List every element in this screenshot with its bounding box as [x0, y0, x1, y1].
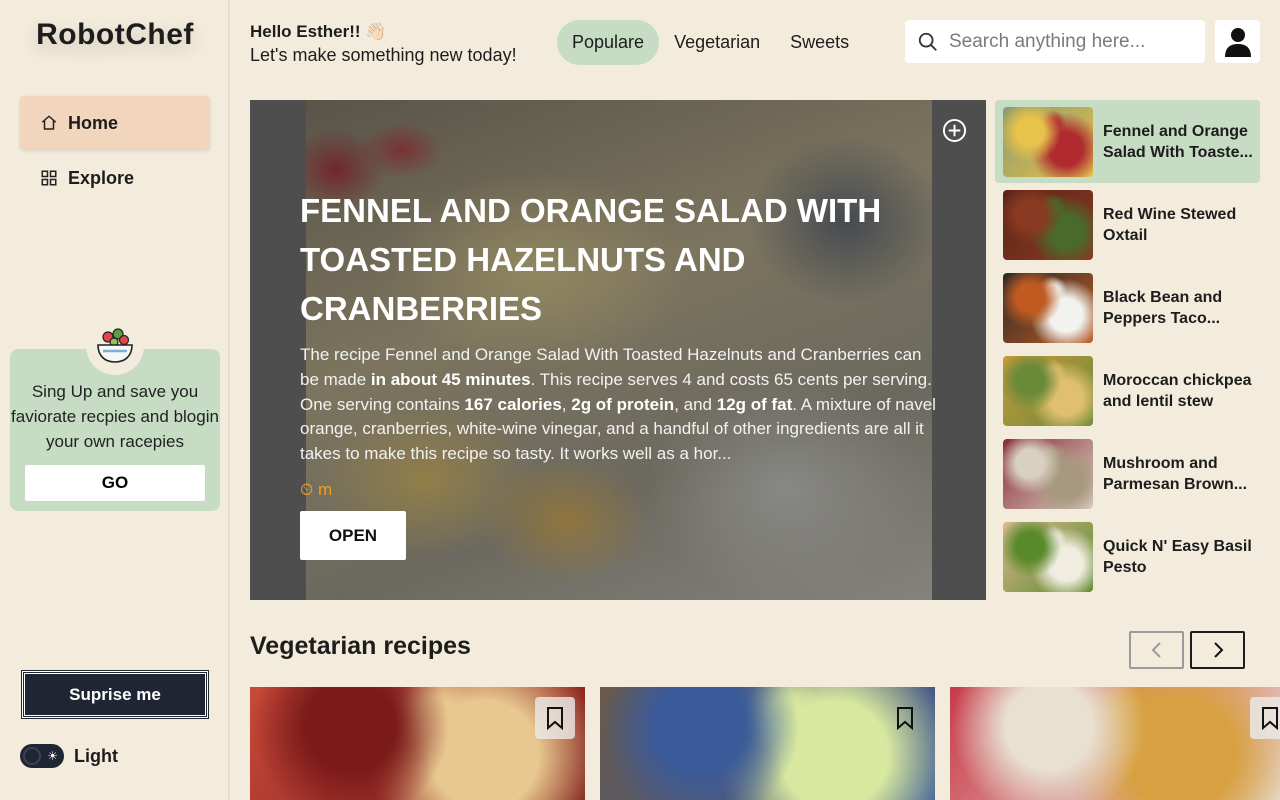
surprise-me-button[interactable]: Suprise me [21, 670, 209, 719]
carousel-next-button[interactable] [1190, 631, 1245, 669]
recipe-title: Quick N' Easy Basil Pesto [1103, 537, 1252, 576]
app-logo: RobotChef [36, 18, 194, 51]
grid-icon [41, 170, 57, 186]
hero-cook-time: ⏲ m [300, 480, 333, 499]
list-item[interactable]: Moroccan chickpea and lentil stew [995, 349, 1260, 432]
greeting: Hello Esther!! 👋🏻 Let's make something n… [250, 22, 517, 66]
sidebar-item-explore[interactable]: Explore [20, 151, 210, 205]
tab-populare[interactable]: Populare [557, 20, 660, 65]
sidebar: RobotChef Home Explore Sing Up and save … [0, 0, 230, 800]
recipe-thumbnail [1003, 521, 1093, 592]
recipe-card[interactable] [950, 687, 1280, 800]
promo-text: Sing Up and save you faviorate recpies a… [11, 382, 219, 451]
open-recipe-button[interactable]: OPEN [300, 511, 406, 560]
search-input[interactable] [949, 30, 1199, 53]
recipe-thumbnail [1003, 272, 1093, 343]
recipe-thumbnail [1003, 438, 1093, 509]
recipe-thumbnail [1003, 189, 1093, 260]
recipe-title: Fennel and Orange Salad With Toaste... [1103, 122, 1253, 161]
user-profile-button[interactable] [1215, 20, 1260, 63]
list-item[interactable]: Fennel and Orange Salad With Toaste... [995, 100, 1260, 183]
desc-calories: 167 calories [464, 394, 562, 414]
carousel-prev-button[interactable] [1129, 631, 1184, 669]
bookmark-button[interactable] [1250, 697, 1280, 739]
list-item[interactable]: Red Wine Stewed Oxtail [995, 183, 1260, 266]
category-tabs: Populare Vegetarian Sweets [557, 20, 864, 65]
chevron-left-icon [1151, 642, 1161, 658]
recipe-card-image [950, 687, 1280, 800]
greeting-hello: Hello Esther!! 👋🏻 [250, 22, 387, 41]
greeting-subtitle: Let's make something new today! [250, 45, 517, 65]
bookmark-icon [547, 707, 563, 730]
search-icon [918, 32, 937, 51]
desc-protein: 2g of protein [571, 394, 675, 414]
hero-description: The recipe Fennel and Orange Salad With … [300, 343, 936, 467]
toggle-knob [23, 747, 41, 765]
recipe-title: Moroccan chickpea and lentil stew [1103, 371, 1252, 410]
bookmark-icon [897, 707, 913, 730]
recipe-thumbnail [1003, 106, 1093, 177]
sidebar-item-label: Explore [68, 167, 135, 188]
theme-switcher: ☀ Light [20, 744, 118, 768]
desc-time: in about 45 minutes [370, 369, 531, 389]
salad-bowl-icon [86, 317, 144, 375]
recipe-card[interactable] [250, 687, 585, 800]
theme-toggle[interactable]: ☀ [20, 744, 64, 768]
desc-part: , and [674, 394, 717, 414]
bookmark-icon [1262, 707, 1278, 730]
chevron-right-icon [1213, 642, 1223, 658]
recipe-title: Red Wine Stewed Oxtail [1103, 205, 1237, 244]
home-icon [41, 115, 57, 130]
sun-icon: ☀ [47, 749, 58, 763]
featured-recipe-hero: Fennel and Orange Salad With Toasted Haz… [250, 100, 986, 600]
bookmark-button[interactable] [535, 697, 575, 739]
bookmark-button[interactable] [885, 697, 925, 739]
sidebar-item-home[interactable]: Home [20, 96, 210, 150]
search-bar [905, 20, 1205, 63]
recipe-title: Mushroom and Parmesan Brown... [1103, 454, 1248, 493]
recipe-thumbnail [1003, 355, 1093, 426]
user-icon [1224, 27, 1251, 57]
list-item[interactable]: Quick N' Easy Basil Pesto [995, 515, 1260, 598]
list-item[interactable]: Black Bean and Peppers Taco... [995, 266, 1260, 349]
tab-vegetarian[interactable]: Vegetarian [659, 20, 775, 65]
sidebar-item-label: Home [68, 112, 119, 133]
list-item[interactable]: Mushroom and Parmesan Brown... [995, 432, 1260, 515]
theme-label: Light [74, 745, 118, 766]
section-title-vegetarian: Vegetarian recipes [250, 632, 471, 660]
tab-sweets[interactable]: Sweets [775, 20, 864, 65]
desc-fat: 12g of fat [716, 394, 793, 414]
promo-go-button[interactable]: GO [25, 465, 205, 501]
hero-title: Fennel and Orange Salad With Toasted Haz… [300, 192, 882, 327]
add-circle-icon[interactable] [942, 118, 967, 143]
recipe-title: Black Bean and Peppers Taco... [1103, 288, 1223, 327]
recipe-card[interactable] [600, 687, 935, 800]
signup-promo-card: Sing Up and save you faviorate recpies a… [10, 317, 220, 511]
desc-part: , [561, 394, 572, 414]
